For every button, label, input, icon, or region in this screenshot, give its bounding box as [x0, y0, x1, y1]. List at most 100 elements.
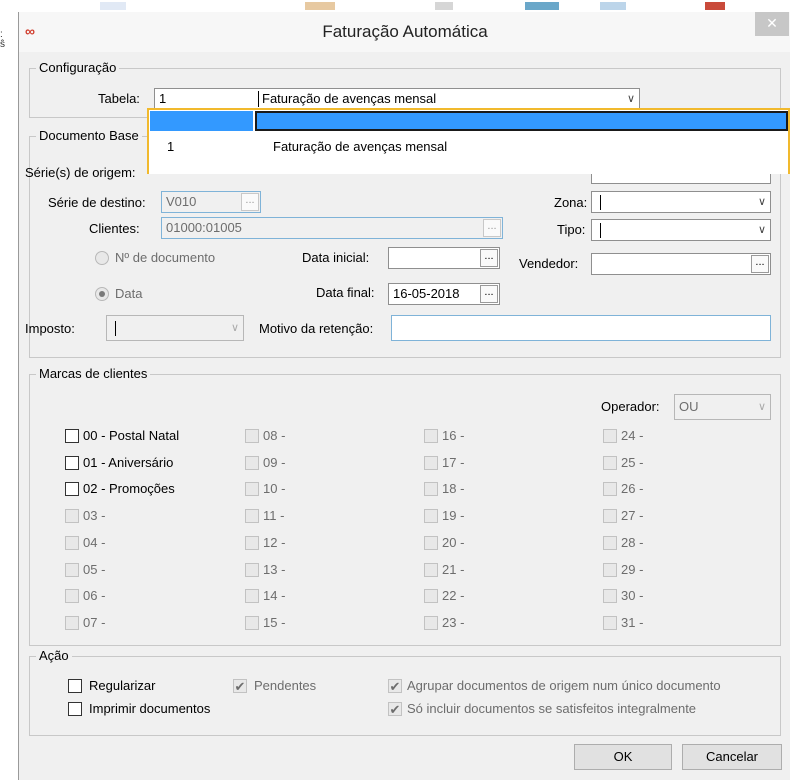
marca-label: 16 -: [442, 428, 465, 443]
motivo-retencao-field[interactable]: [391, 315, 771, 341]
marca-label: 15 -: [263, 615, 286, 630]
marca-checkbox[interactable]: [245, 616, 259, 630]
marca-checkbox[interactable]: [65, 456, 79, 470]
agrupar-label: Agrupar documentos de origem num único d…: [407, 678, 721, 693]
marca-label: 17 -: [442, 455, 465, 470]
background-edge: :ŝ: [0, 29, 5, 50]
serie-destino-browse-button[interactable]: ...: [241, 193, 259, 211]
marca-checkbox[interactable]: [424, 509, 438, 523]
column-separator: [258, 91, 259, 107]
marca-checkbox[interactable]: [245, 509, 259, 523]
zona-combobox[interactable]: ∨: [591, 191, 771, 213]
marca-checkbox[interactable]: [245, 536, 259, 550]
marca-checkbox[interactable]: [603, 616, 617, 630]
chevron-down-icon[interactable]: ∨: [758, 400, 766, 413]
data-final-picker-button[interactable]: ...: [480, 285, 498, 303]
marca-checkbox[interactable]: [65, 482, 79, 496]
marca-checkbox[interactable]: [424, 589, 438, 603]
marca-checkbox[interactable]: [603, 509, 617, 523]
marca-label: 29 -: [621, 562, 644, 577]
data-inicial-field[interactable]: ...: [388, 247, 500, 269]
operador-combobox[interactable]: OU ∨: [674, 394, 771, 420]
marca-checkbox[interactable]: [603, 563, 617, 577]
imprimir-label: Imprimir documentos: [89, 701, 211, 716]
taskbar-strip: [0, 0, 790, 12]
ok-button[interactable]: OK: [574, 744, 672, 770]
marca-checkbox[interactable]: [603, 589, 617, 603]
marca-checkbox[interactable]: [424, 482, 438, 496]
imposto-combobox[interactable]: ∨: [106, 315, 244, 341]
clientes-field[interactable]: 01000:01005 ...: [161, 217, 503, 239]
title-bar: ∞ Faturação Automática ✕: [19, 12, 790, 52]
tipo-combobox[interactable]: ∨: [591, 219, 771, 241]
marca-checkbox[interactable]: [603, 429, 617, 443]
marca-checkbox[interactable]: [65, 509, 79, 523]
data-inicial-picker-button[interactable]: ...: [480, 249, 498, 267]
marca-checkbox[interactable]: [245, 563, 259, 577]
close-button[interactable]: ✕: [755, 12, 789, 36]
marca-label: 21 -: [442, 562, 465, 577]
marca-checkbox[interactable]: [245, 429, 259, 443]
vendedor-browse-button[interactable]: ...: [751, 255, 769, 273]
marca-checkbox[interactable]: [245, 482, 259, 496]
strip-segment: [100, 2, 126, 10]
pendentes-checkbox[interactable]: ✔: [233, 679, 247, 693]
motivo-retencao-label: Motivo da retenção:: [259, 321, 374, 336]
marca-checkbox[interactable]: [603, 456, 617, 470]
imprimir-checkbox[interactable]: [68, 702, 82, 716]
marca-checkbox[interactable]: [245, 589, 259, 603]
clientes-value: 01000:01005: [166, 220, 242, 235]
dropdown-option-row[interactable]: 1 Faturação de avenças mensal: [149, 134, 788, 174]
dropdown-selected-code-cell[interactable]: [150, 111, 253, 131]
serie-destino-label: Série de destino:: [48, 195, 146, 210]
tipo-label: Tipo:: [557, 222, 586, 237]
marca-checkbox[interactable]: [603, 536, 617, 550]
marca-checkbox[interactable]: [424, 616, 438, 630]
tabela-code: 1: [159, 91, 167, 106]
chevron-down-icon[interactable]: ∨: [231, 321, 239, 334]
configuracao-legend: Configuração: [36, 60, 120, 75]
marca-checkbox[interactable]: [65, 616, 79, 630]
data-final-field[interactable]: 16-05-2018 ...: [388, 283, 500, 305]
regularizar-checkbox[interactable]: [68, 679, 82, 693]
marca-label: 01 - Aniversário: [83, 455, 174, 470]
clientes-browse-button[interactable]: ...: [483, 219, 501, 237]
data-final-value: 16-05-2018: [393, 286, 460, 301]
marca-checkbox[interactable]: [424, 536, 438, 550]
marca-label: 13 -: [263, 562, 286, 577]
vendedor-field[interactable]: ...: [591, 253, 771, 275]
zona-label: Zona:: [554, 195, 588, 210]
serie-destino-field[interactable]: V010 ...: [161, 191, 261, 213]
data-radio[interactable]: [95, 287, 109, 301]
marca-checkbox[interactable]: [245, 456, 259, 470]
chevron-down-icon[interactable]: ∨: [627, 92, 635, 105]
strip-segment: [435, 2, 453, 10]
acao-group: [29, 656, 781, 736]
marca-checkbox[interactable]: [424, 429, 438, 443]
marca-checkbox[interactable]: [65, 536, 79, 550]
marca-checkbox[interactable]: [424, 563, 438, 577]
agrupar-checkbox[interactable]: ✔: [388, 679, 402, 693]
dropdown-selected-name-cell[interactable]: [255, 111, 788, 131]
marca-checkbox[interactable]: [65, 563, 79, 577]
operador-value: OU: [679, 399, 699, 414]
dropdown-header-row[interactable]: [149, 110, 788, 132]
marca-checkbox[interactable]: [65, 589, 79, 603]
chevron-down-icon[interactable]: ∨: [758, 195, 766, 208]
marca-label: 18 -: [442, 481, 465, 496]
marca-checkbox[interactable]: [65, 429, 79, 443]
marca-checkbox[interactable]: [424, 456, 438, 470]
series-origem-label: Série(s) de origem:: [25, 165, 136, 180]
ndoc-radio[interactable]: [95, 251, 109, 265]
data-final-label: Data final:: [316, 285, 375, 300]
tabela-combobox[interactable]: 1 Faturação de avenças mensal ∨: [154, 88, 640, 110]
marca-label: 24 -: [621, 428, 644, 443]
dropdown-option-name: Faturação de avenças mensal: [273, 139, 448, 154]
text-caret: [600, 223, 601, 239]
so-incluir-checkbox[interactable]: ✔: [388, 702, 402, 716]
marca-label: 03 -: [83, 508, 106, 523]
marca-checkbox[interactable]: [603, 482, 617, 496]
marcas-clientes-legend: Marcas de clientes: [36, 366, 151, 381]
cancelar-button[interactable]: Cancelar: [682, 744, 782, 770]
chevron-down-icon[interactable]: ∨: [758, 223, 766, 236]
